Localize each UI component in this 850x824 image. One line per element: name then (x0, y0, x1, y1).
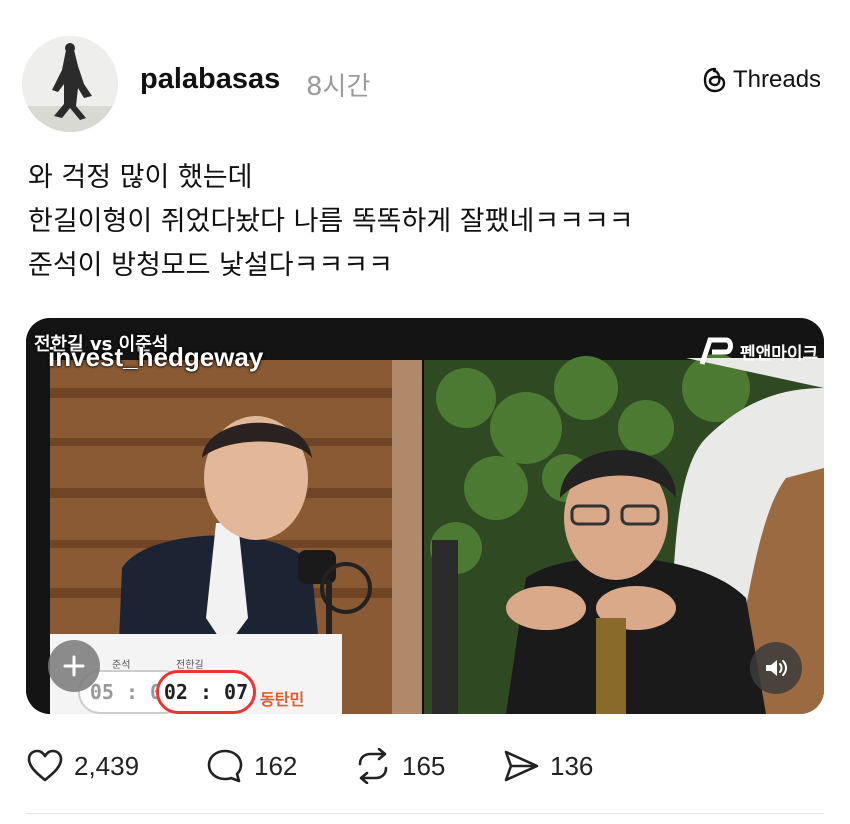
divider (26, 813, 824, 814)
threads-logo-icon (703, 67, 726, 93)
comment-button[interactable]: 162 (206, 748, 297, 784)
repost-button[interactable]: 165 (354, 748, 445, 784)
send-icon (504, 750, 539, 782)
action-bar: 2,439 162 165 136 (26, 748, 826, 788)
video-frame (26, 318, 824, 714)
username[interactable]: palabasas (140, 63, 280, 96)
add-button[interactable] (48, 640, 100, 692)
speaker-left-label: 준석 (112, 660, 131, 671)
avatar[interactable] (22, 36, 118, 132)
brand-logo: 펜앤마이크 (698, 336, 818, 366)
like-count: 2,439 (74, 750, 140, 781)
speaker-icon (766, 660, 787, 676)
threads-badge[interactable]: Threads (703, 66, 821, 94)
timer-right: 02 : 07 (156, 670, 256, 714)
repost-count: 165 (402, 750, 446, 781)
comment-icon (207, 749, 243, 783)
video-player[interactable]: 전한길 vs 이준석 invest_hedgeway 펜앤마이크 05 : 00… (26, 318, 824, 714)
threads-label: Threads (733, 66, 822, 93)
like-button[interactable]: 2,439 (26, 748, 139, 784)
volume-button[interactable] (750, 642, 802, 694)
speaker-right-label: 전한길 (176, 660, 204, 671)
post-line: 준석이 방청모드 낯설다ㅋㅋㅋㅋ (28, 250, 393, 281)
post-line: 와 걱정 많이 했는데 (28, 162, 253, 193)
comment-count: 162 (254, 750, 298, 781)
post-time: 8시간 (306, 72, 371, 102)
post-line: 한길이형이 쥐었다놨다 나름 똑똑하게 잘팼네ㅋㅋㅋㅋ (28, 206, 634, 237)
heart-icon (27, 749, 63, 782)
pen-and-mic-logo-icon (699, 337, 733, 365)
share-button[interactable]: 136 (502, 748, 593, 784)
repost-icon (358, 748, 388, 784)
plus-icon (63, 655, 85, 677)
brand-label: 펜앤마이크 (740, 343, 819, 364)
post-body: 와 걱정 많이 했는데 한길이형이 쥐었다놨다 나름 똑똑하게 잘팼네ㅋㅋㅋㅋ … (28, 156, 634, 288)
post-header: palabasas 8시간 Threads (0, 0, 850, 140)
share-count: 136 (550, 750, 594, 781)
watermark: invest_hedgeway (48, 342, 264, 372)
name-tag: 동탄민 (260, 690, 305, 709)
